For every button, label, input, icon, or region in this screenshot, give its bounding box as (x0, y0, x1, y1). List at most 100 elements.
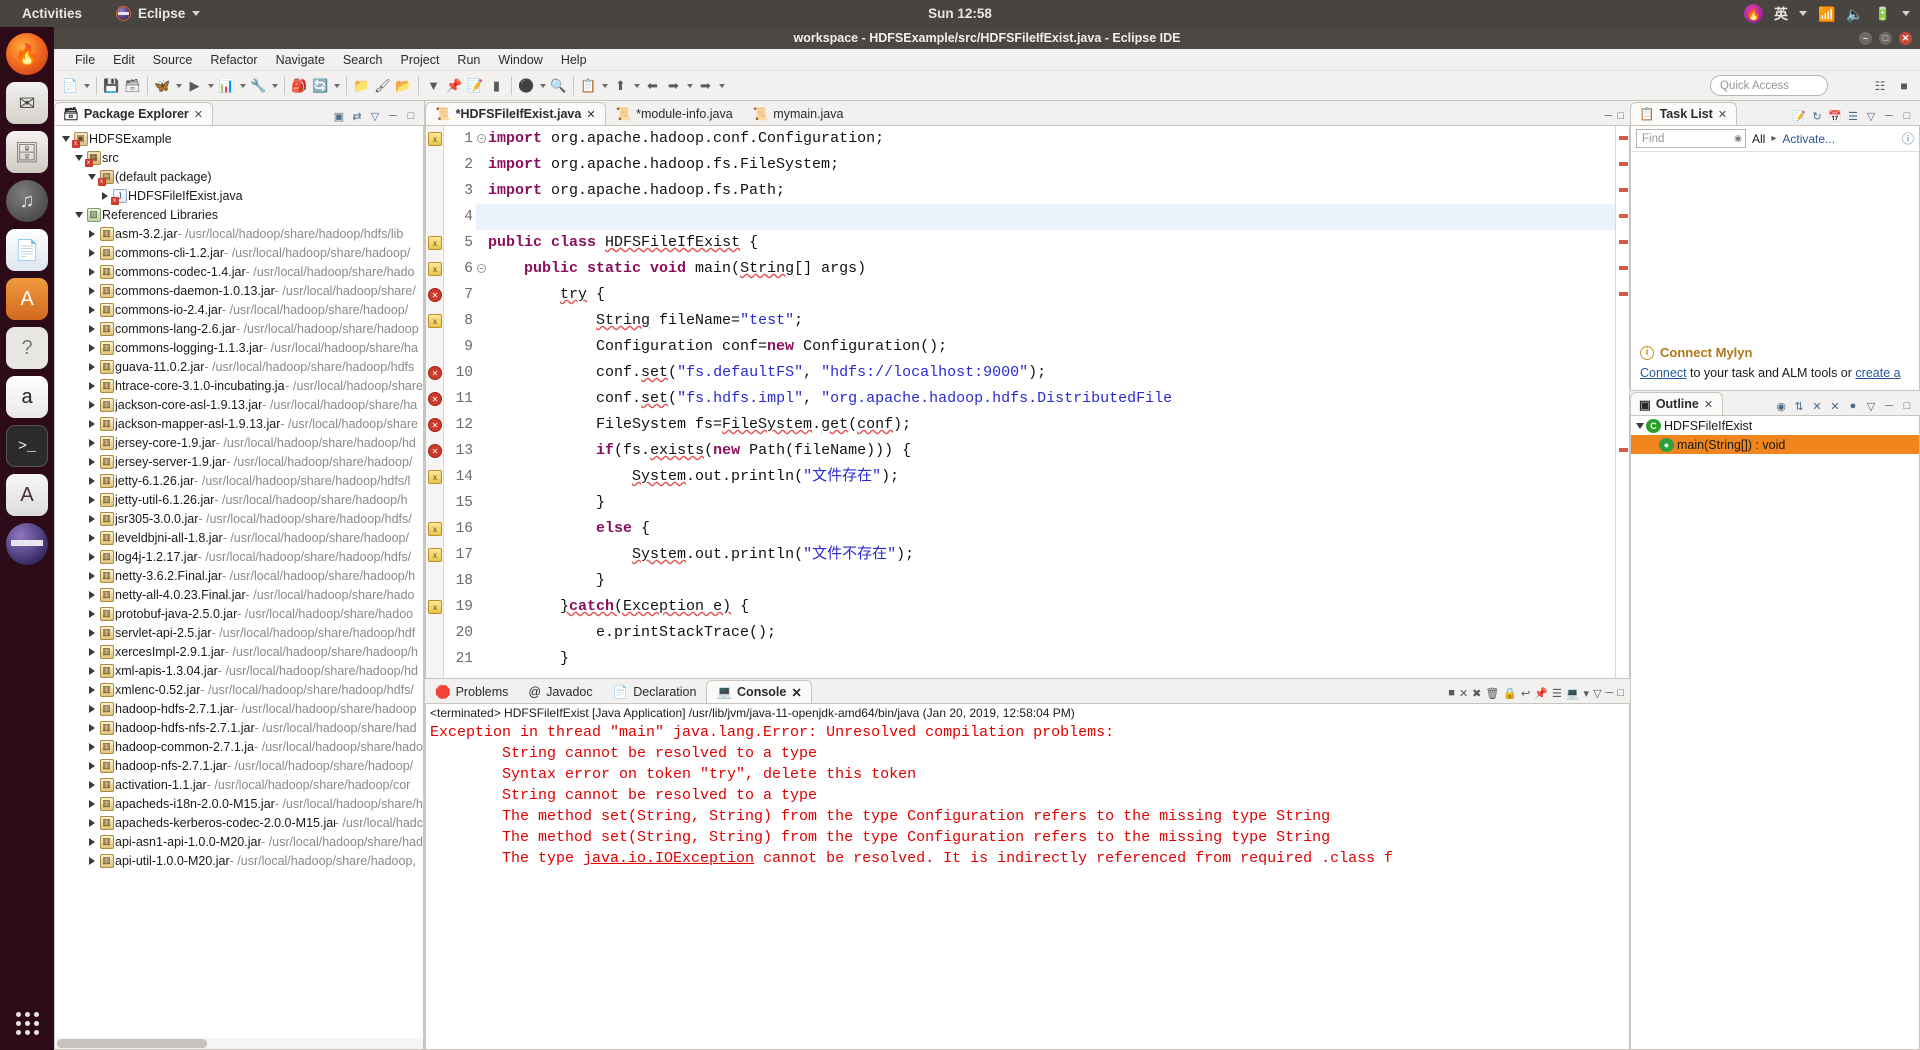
search-icon[interactable]: ⚫ (516, 75, 537, 97)
twisty-collapsed-icon[interactable] (85, 590, 98, 599)
twisty-collapsed-icon[interactable] (85, 666, 98, 675)
dock-item-software-updater[interactable]: A (6, 474, 48, 516)
quick-access-input[interactable]: Quick Access (1710, 75, 1828, 96)
focus-mode-icon[interactable]: ◉ (1774, 399, 1788, 413)
tree-item[interactable]: ▥ jackson-mapper-asl-1.9.13.jar - /usr/lo… (55, 414, 423, 433)
code-line[interactable]: System.out.println("文件存在"); (476, 464, 1615, 490)
warning-marker-icon[interactable]: x (428, 132, 442, 146)
menu-search[interactable]: Search (334, 51, 392, 69)
editor-marker-ruler[interactable]: x x x ✕ x ✕ ✕ ✕ ✕ x x x x (426, 126, 444, 678)
twisty-collapsed-icon[interactable] (85, 495, 98, 504)
new-task-icon[interactable]: 📝 (1792, 109, 1806, 123)
synchronize-icon[interactable]: ↻ (1810, 109, 1824, 123)
code-line[interactable]: String fileName="test"; (476, 308, 1615, 334)
code-line[interactable]: import org.apache.hadoop.fs.FileSystem; (476, 152, 1615, 178)
code-line[interactable]: if(fs.exists(new Path(fileName))) { (476, 438, 1615, 464)
twisty-collapsed-icon[interactable] (85, 780, 98, 789)
dock-item-eclipse[interactable] (6, 523, 48, 565)
overview-marker[interactable] (1619, 136, 1628, 140)
clear-console-icon[interactable]: 🗑 (1485, 687, 1499, 700)
code-line[interactable]: Configuration conf=new Configuration(); (476, 334, 1615, 360)
code-line[interactable] (476, 204, 1615, 230)
external-tools-icon[interactable]: 🔧 (248, 75, 269, 97)
task-find-input[interactable]: Find ◉ (1636, 129, 1746, 148)
dock-item-help[interactable]: ? (6, 327, 48, 369)
tab-package-explorer[interactable]: 🗃 Package Explorer ✕ (54, 102, 214, 125)
tree-item[interactable]: ▥ commons-cli-1.2.jar - /usr/local/hadoop… (55, 243, 423, 262)
marker-icon[interactable]: 📝 (465, 75, 486, 97)
tree-item[interactable]: Jx HDFSFileIfExist.java (55, 186, 423, 205)
tree-item[interactable]: ▧ Referenced Libraries (55, 205, 423, 224)
twisty-collapsed-icon[interactable] (85, 438, 98, 447)
view-menu-icon[interactable]: ▽ (1864, 399, 1878, 413)
fold-toggle-icon[interactable]: − (477, 264, 486, 273)
code-line[interactable]: } (476, 490, 1615, 516)
tab-hdfsfileifexist-java[interactable]: 📜 *HDFSFileIfExist.java ✕ (425, 102, 606, 125)
outline-tree[interactable]: C HDFSFileIfExist ● main(String[]) : void (1631, 416, 1919, 454)
dock-item-amazon[interactable]: a (6, 376, 48, 418)
overview-marker[interactable] (1619, 214, 1628, 218)
find-icon[interactable]: 🔍 (548, 75, 569, 97)
open-resource-icon[interactable]: 📂 (393, 75, 414, 97)
warning-marker-icon[interactable]: x (428, 470, 442, 484)
tree-item[interactable]: ▥ htrace-core-3.1.0-incubating.jar - /usr… (55, 376, 423, 395)
twisty-collapsed-icon[interactable] (85, 286, 98, 295)
error-marker-icon[interactable]: ✕ (428, 366, 442, 380)
error-marker-icon[interactable]: ✕ (428, 392, 442, 406)
tree-item[interactable]: ▥ protobuf-java-2.5.0.jar - /usr/local/ha… (55, 604, 423, 623)
debug-icon[interactable]: 🦋 (152, 75, 173, 97)
twisty-expanded-icon[interactable] (72, 211, 85, 218)
filter-all-button[interactable]: All (1752, 132, 1765, 146)
tab-task-list[interactable]: 📋 Task List ✕ (1630, 102, 1738, 125)
tree-item[interactable]: ▥ xml-apis-1.3.04.jar - /usr/local/hadoop… (55, 661, 423, 680)
close-icon[interactable]: ✕ (586, 108, 595, 121)
presentation-icon[interactable]: ☰ (1846, 109, 1860, 123)
tree-item[interactable]: ▥ commons-daemon-1.0.13.jar - /usr/local/… (55, 281, 423, 300)
view-menu-icon[interactable]: ▽ (368, 109, 382, 123)
tree-item[interactable]: ▥ activation-1.1.jar - /usr/local/hadoop/… (55, 775, 423, 794)
warning-marker-icon[interactable]: x (428, 522, 442, 536)
twisty-collapsed-icon[interactable] (85, 552, 98, 561)
code-line[interactable]: try { (476, 282, 1615, 308)
new-wizard-icon[interactable]: 📄 (60, 75, 81, 97)
error-marker-icon[interactable]: ✕ (428, 288, 442, 302)
code-line[interactable]: }catch(Exception e) { (476, 594, 1615, 620)
last-edit-icon[interactable]: 📋 (578, 75, 599, 97)
open-perspective-icon[interactable]: ☷ (1870, 75, 1890, 96)
warning-marker-icon[interactable]: x (428, 600, 442, 614)
overview-marker[interactable] (1619, 266, 1628, 270)
tab-javadoc[interactable]: @ Javadoc (518, 680, 602, 703)
menu-refactor[interactable]: Refactor (201, 51, 266, 69)
tree-item[interactable]: ▥ jackson-core-asl-1.9.13.jar - /usr/loca… (55, 395, 423, 414)
tree-item[interactable]: ▥ hadoop-common-2.7.1.jar - /usr/local/ha… (55, 737, 423, 756)
tree-item[interactable]: ▥ jersey-core-1.9.jar - /usr/local/hadoop… (55, 433, 423, 452)
forward-dropdown-icon[interactable] (684, 75, 695, 97)
view-menu-icon[interactable]: ▽ (1864, 109, 1878, 123)
code-line[interactable]: } (476, 646, 1615, 672)
outline-item[interactable]: ● main(String[]) : void (1631, 435, 1919, 454)
maximize-icon[interactable]: □ (1900, 399, 1914, 413)
menu-file[interactable]: File (66, 51, 104, 69)
sort-icon[interactable]: ⇅ (1792, 399, 1806, 413)
close-button[interactable]: ✕ (1899, 31, 1912, 45)
scroll-lock-icon[interactable]: 🔒 (1503, 687, 1517, 700)
chevron-down-icon[interactable]: ▾ (1584, 687, 1590, 700)
code-line[interactable]: } (476, 568, 1615, 594)
tree-item[interactable]: ▣ x HDFSExample (55, 129, 423, 148)
back-icon[interactable]: ⬆ (610, 75, 631, 97)
coverage-icon[interactable]: 📊 (216, 75, 237, 97)
new-java-project-icon[interactable]: 🎒 (289, 75, 310, 97)
close-icon[interactable]: ✕ (194, 108, 203, 121)
code-line[interactable]: System.out.println("文件不存在"); (476, 542, 1615, 568)
view-menu-icon[interactable]: ▽ (1593, 687, 1601, 700)
twisty-collapsed-icon[interactable] (85, 799, 98, 808)
connect-link[interactable]: Connect (1640, 366, 1687, 380)
tree-item[interactable]: ▤ x (default package) (55, 167, 423, 186)
tree-item[interactable]: ▦ x src (55, 148, 423, 167)
save-all-icon[interactable]: 🗃 (122, 75, 143, 97)
overview-marker[interactable] (1619, 448, 1628, 452)
twisty-collapsed-icon[interactable] (85, 514, 98, 523)
remove-launch-icon[interactable]: ✕ (1459, 687, 1468, 700)
twisty-collapsed-icon[interactable] (85, 533, 98, 542)
tree-item[interactable]: ▥ xercesImpl-2.9.1.jar - /usr/local/hadoo… (55, 642, 423, 661)
